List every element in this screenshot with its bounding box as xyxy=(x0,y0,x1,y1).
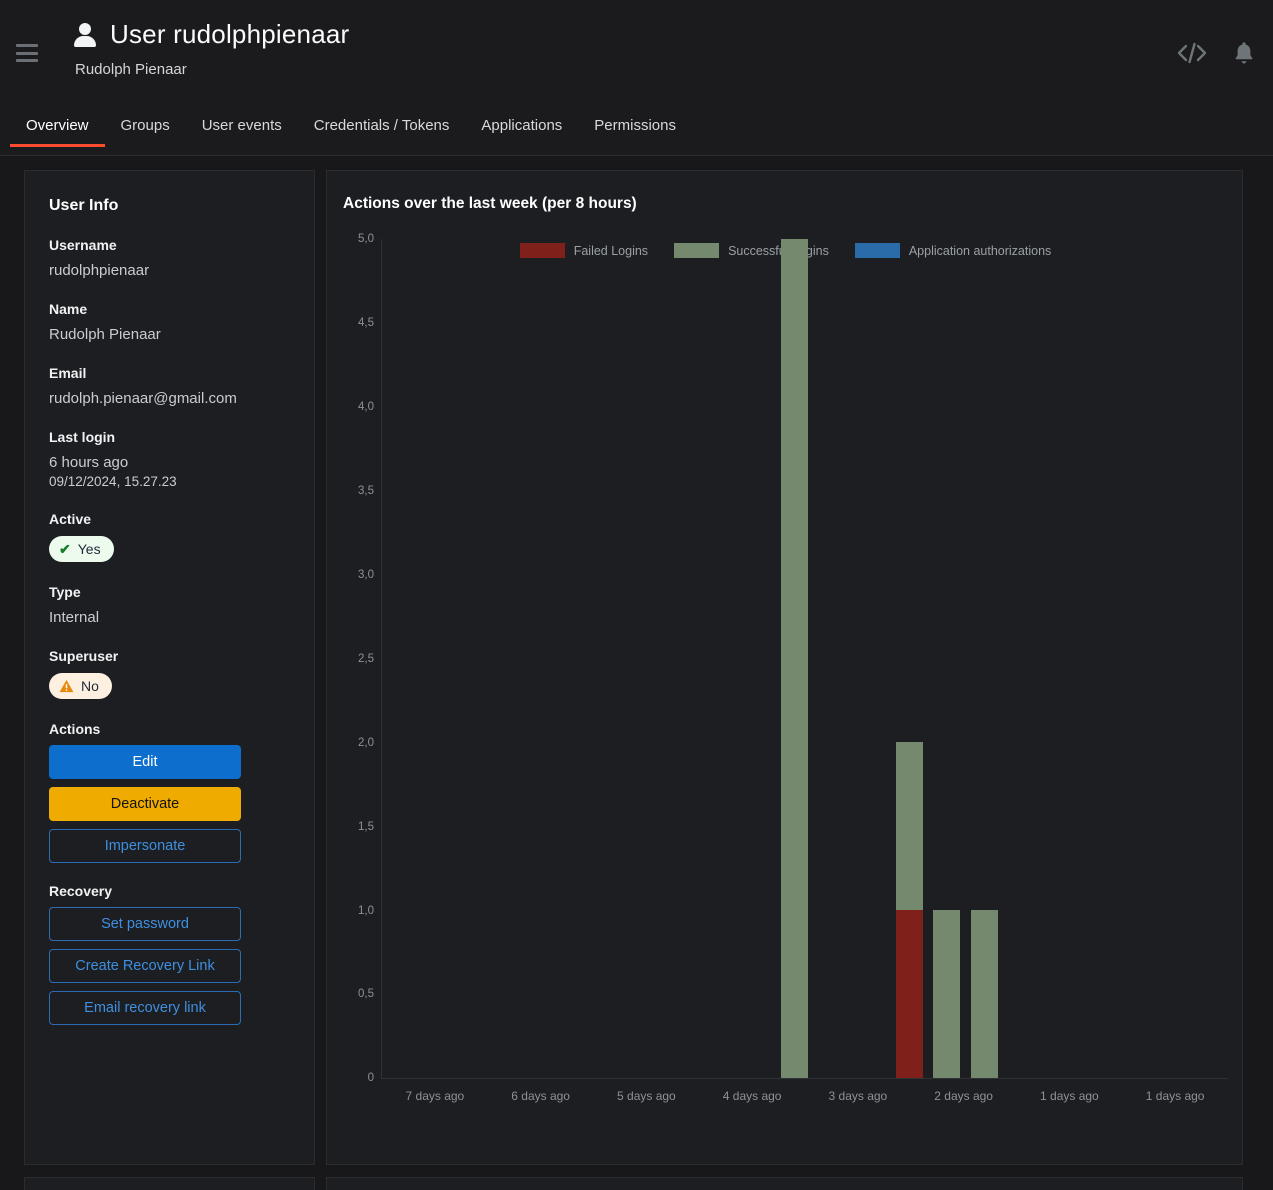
y-axis-tick-label: 4,5 xyxy=(358,317,374,330)
y-axis-tick-label: 0,5 xyxy=(358,988,374,1001)
field-active: Active ✔ Yes xyxy=(49,511,290,562)
field-type: Type Internal xyxy=(49,584,290,626)
field-email: Email rudolph.pienaar@gmail.com xyxy=(49,365,290,407)
code-brackets-icon[interactable] xyxy=(1177,40,1207,66)
x-axis-tick-label: 4 days ago xyxy=(722,1089,782,1103)
email-label: Email xyxy=(49,365,87,381)
actions-chart-card: Actions over the last week (per 8 hours)… xyxy=(326,170,1243,1165)
hamburger-menu-icon[interactable] xyxy=(16,44,38,62)
x-axis-tick-label: 5 days ago xyxy=(617,1089,676,1103)
y-axis-tick-label: 4,0 xyxy=(358,401,374,414)
tab-overview[interactable]: Overview xyxy=(10,115,105,147)
actions-bar-chart: Failed Logins Successful Logins Applicatio… xyxy=(343,221,1228,1151)
main-content: User Info Username rudolphpienaar Name R… xyxy=(0,156,1273,1165)
tab-bar: Overview Groups User events Credentials … xyxy=(0,115,1273,156)
active-label: Active xyxy=(49,511,92,527)
chart-bar-segment xyxy=(932,910,960,1078)
chart-bar-segment xyxy=(895,742,923,911)
bottom-card-right xyxy=(326,1177,1243,1190)
y-axis-tick-label: 1,0 xyxy=(358,904,374,917)
y-axis-tick-label: 0 xyxy=(367,1072,374,1085)
user-info-card: User Info Username rudolphpienaar Name R… xyxy=(24,170,315,1165)
person-icon xyxy=(74,22,96,48)
superuser-status-badge: No xyxy=(49,673,112,699)
chart-bar-segment xyxy=(970,910,998,1078)
y-axis-tick-label: 5,0 xyxy=(358,233,374,246)
x-axis-tick-label: 3 days ago xyxy=(828,1089,888,1103)
y-axis-tick-label: 3,0 xyxy=(358,568,374,581)
recovery-label: Recovery xyxy=(49,883,113,899)
bottom-card-left xyxy=(24,1177,315,1190)
header-actions xyxy=(1177,40,1255,66)
x-axis-tick-label: 2 days ago xyxy=(934,1089,993,1103)
page-header: User rudolphpienaar Rudolph Pienaar xyxy=(0,0,1273,115)
actions-label: Actions xyxy=(49,721,101,737)
page-title-block: User rudolphpienaar Rudolph Pienaar xyxy=(74,20,349,78)
user-info-heading: User Info xyxy=(49,197,119,214)
x-axis-tick-label: 1 days ago xyxy=(1145,1089,1205,1103)
y-axis-tick-label: 2,0 xyxy=(358,736,374,749)
name-label: Name xyxy=(49,301,88,317)
chart-bar-segment xyxy=(781,239,809,1078)
tab-user-events[interactable]: User events xyxy=(186,115,298,146)
last-login-absolute: 09/12/2024, 15.27.23 xyxy=(49,474,177,489)
chart-bar[interactable] xyxy=(781,239,809,1078)
tab-credentials-tokens[interactable]: Credentials / Tokens xyxy=(298,115,466,146)
active-status-badge: ✔ Yes xyxy=(49,536,114,562)
bottom-cards-strip xyxy=(0,1177,1273,1190)
email-value: rudolph.pienaar@gmail.com xyxy=(49,390,237,407)
chart-bar[interactable] xyxy=(932,910,960,1078)
type-label: Type xyxy=(49,584,81,600)
x-axis-tick-label: 1 days ago xyxy=(1040,1089,1099,1103)
x-axis-tick-label: 7 days ago xyxy=(405,1089,465,1103)
username-label: Username xyxy=(49,237,117,253)
last-login-relative: 6 hours ago xyxy=(49,454,129,471)
check-icon: ✔ xyxy=(59,541,71,557)
y-axis-tick-label: 2,5 xyxy=(358,652,374,665)
page-title: User rudolphpienaar xyxy=(110,19,350,49)
superuser-badge-label: No xyxy=(81,678,99,694)
name-value: Rudolph Pienaar xyxy=(49,326,161,343)
username-value: rudolphpienaar xyxy=(49,262,150,279)
impersonate-button[interactable]: Impersonate xyxy=(49,829,241,863)
notification-bell-icon[interactable] xyxy=(1233,40,1255,66)
create-recovery-link-button[interactable]: Create Recovery Link xyxy=(49,949,241,983)
chart-title: Actions over the last week (per 8 hours) xyxy=(343,195,637,212)
chart-bar[interactable] xyxy=(895,742,923,1078)
field-superuser: Superuser No xyxy=(49,648,290,699)
y-axis-tick-label: 1,5 xyxy=(358,820,374,833)
field-last-login: Last login 6 hours ago 09/12/2024, 15.27… xyxy=(49,429,290,489)
chart-plot-area: 5,0 4,5 4,0 3,5 3,0 2,5 2,0 1,5 1,0 0,5 0 7 days ag… xyxy=(358,233,1228,1103)
page-subtitle: Rudolph Pienaar xyxy=(75,60,187,78)
type-value: Internal xyxy=(49,609,100,626)
x-axis-tick-label: 6 days ago xyxy=(511,1089,570,1103)
deactivate-button[interactable]: Deactivate xyxy=(49,787,241,821)
chart-bar-segment xyxy=(895,910,923,1078)
tab-applications[interactable]: Applications xyxy=(465,115,578,146)
field-name: Name Rudolph Pienaar xyxy=(49,301,290,343)
email-recovery-link-button[interactable]: Email recovery link xyxy=(49,991,241,1025)
edit-button[interactable]: Edit xyxy=(49,745,241,779)
field-username: Username rudolphpienaar xyxy=(49,237,290,279)
tab-permissions[interactable]: Permissions xyxy=(578,115,692,146)
tab-groups[interactable]: Groups xyxy=(105,115,186,146)
last-login-label: Last login xyxy=(49,429,116,445)
y-axis-tick-label: 3,5 xyxy=(358,485,374,498)
set-password-button[interactable]: Set password xyxy=(49,907,241,941)
superuser-label: Superuser xyxy=(49,648,119,664)
warning-triangle-icon xyxy=(59,679,74,693)
active-badge-label: Yes xyxy=(77,541,101,557)
chart-bar[interactable] xyxy=(970,910,998,1078)
